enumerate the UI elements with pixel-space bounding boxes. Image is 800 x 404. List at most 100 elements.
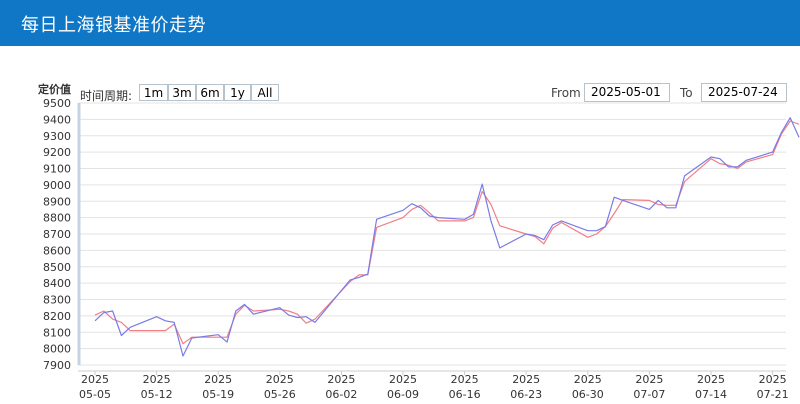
data-point[interactable] (595, 229, 598, 232)
data-point[interactable] (314, 321, 317, 324)
data-point[interactable] (173, 321, 176, 324)
data-point[interactable] (305, 322, 308, 325)
data-point[interactable] (314, 318, 317, 321)
data-point[interactable] (129, 326, 132, 329)
data-point[interactable] (155, 315, 158, 318)
data-point[interactable] (366, 273, 369, 276)
data-point[interactable] (657, 203, 660, 206)
data-point[interactable] (586, 236, 589, 239)
range-3m-button[interactable]: 3m (168, 84, 196, 101)
data-point[interactable] (358, 276, 361, 279)
data-point[interactable] (129, 329, 132, 332)
data-point[interactable] (481, 183, 484, 186)
data-point[interactable] (542, 242, 545, 245)
data-point[interactable] (551, 224, 554, 227)
from-date-input[interactable]: 2025-05-01 (584, 83, 670, 102)
data-point[interactable] (648, 208, 651, 211)
data-point[interactable] (498, 246, 501, 249)
range-selector-label: 时间周期: (80, 89, 133, 103)
data-point[interactable] (402, 216, 405, 219)
data-point[interactable] (243, 303, 246, 306)
data-point[interactable] (745, 159, 748, 162)
data-point[interactable] (437, 216, 440, 219)
data-point[interactable] (375, 218, 378, 221)
data-point[interactable] (542, 238, 545, 241)
data-point[interactable] (560, 219, 563, 222)
x-tick-year: 2025 (574, 373, 602, 386)
data-point[interactable] (182, 342, 185, 345)
data-point[interactable] (525, 233, 528, 236)
data-point[interactable] (94, 314, 97, 317)
data-point[interactable] (402, 209, 405, 212)
data-point[interactable] (252, 313, 255, 316)
range-1m-button[interactable]: 1m (139, 84, 168, 101)
data-point[interactable] (410, 202, 413, 205)
data-point[interactable] (155, 329, 158, 332)
data-point[interactable] (490, 219, 493, 222)
data-point[interactable] (305, 315, 308, 318)
data-point[interactable] (102, 311, 105, 314)
data-point[interactable] (296, 313, 299, 316)
data-point[interactable] (657, 199, 660, 202)
data-point[interactable] (120, 334, 123, 337)
data-point[interactable] (771, 151, 774, 154)
x-tick-date: 06-23 (510, 388, 542, 401)
data-point[interactable] (780, 131, 783, 134)
data-point[interactable] (534, 234, 537, 237)
data-point[interactable] (252, 310, 255, 313)
range-6m-button[interactable]: 6m (196, 84, 224, 101)
data-point[interactable] (683, 174, 686, 177)
data-point[interactable] (674, 206, 677, 209)
data-point[interactable] (234, 310, 237, 313)
data-point[interactable] (648, 199, 651, 202)
data-point[interactable] (428, 211, 431, 214)
y-tick-label: 8100 (43, 326, 71, 339)
data-point[interactable] (498, 224, 501, 227)
range-1y-button[interactable]: 1y (224, 84, 251, 101)
data-point[interactable] (718, 157, 721, 160)
data-point[interactable] (111, 310, 114, 313)
data-point[interactable] (622, 199, 625, 202)
data-point[interactable] (437, 219, 440, 222)
data-point[interactable] (666, 206, 669, 209)
data-point[interactable] (586, 229, 589, 232)
y-tick-label: 8600 (43, 244, 71, 257)
data-point[interactable] (428, 215, 431, 218)
range-all-button[interactable]: All (251, 84, 279, 101)
y-tick-label: 8000 (43, 343, 71, 356)
x-tick-date: 05-19 (202, 388, 234, 401)
data-point[interactable] (419, 206, 422, 209)
y-tick-label: 8500 (43, 261, 71, 274)
data-point[interactable] (472, 213, 475, 216)
data-point[interactable] (164, 329, 167, 332)
data-point[interactable] (789, 116, 792, 119)
data-point[interactable] (349, 278, 352, 281)
data-point[interactable] (736, 165, 739, 168)
data-point[interactable] (164, 319, 167, 322)
y-tick-label: 8700 (43, 228, 71, 241)
data-point[interactable] (94, 319, 97, 322)
data-point[interactable] (718, 162, 721, 165)
data-point[interactable] (296, 316, 299, 319)
series-2-points (94, 120, 800, 346)
data-point[interactable] (727, 165, 730, 168)
data-point[interactable] (463, 218, 466, 221)
data-point[interactable] (120, 321, 123, 324)
data-point[interactable] (226, 341, 229, 344)
data-point[interactable] (604, 225, 607, 228)
data-point[interactable] (490, 203, 493, 206)
data-point[interactable] (710, 156, 713, 159)
to-date-input[interactable]: 2025-07-24 (701, 83, 787, 102)
data-point[interactable] (410, 208, 413, 211)
data-point[interactable] (595, 233, 598, 236)
data-point[interactable] (287, 314, 290, 317)
data-point[interactable] (182, 355, 185, 358)
data-point[interactable] (190, 337, 193, 340)
data-point[interactable] (217, 333, 220, 336)
data-point[interactable] (287, 310, 290, 313)
data-point[interactable] (613, 196, 616, 199)
data-point[interactable] (278, 306, 281, 309)
data-point[interactable] (111, 318, 114, 321)
data-point[interactable] (613, 212, 616, 215)
data-point[interactable] (472, 216, 475, 219)
